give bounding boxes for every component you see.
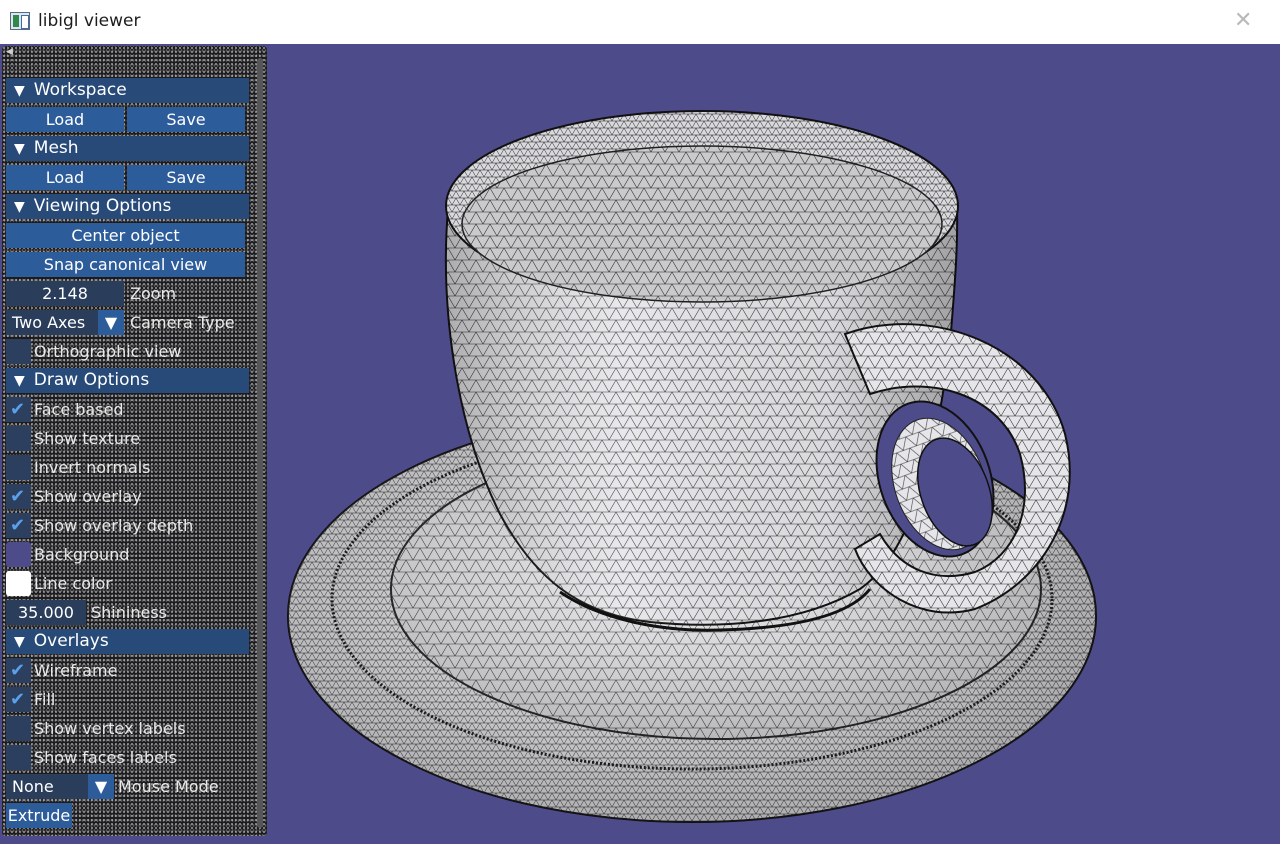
viewer-menu-panel: ◀ ▼ Workspace Load Save ▼ Mesh Load Save ▼… [2,46,267,836]
line-color-label: Line color [34,574,112,593]
camera-type-select[interactable]: Two Axes [6,310,98,335]
close-icon: ✕ [1234,8,1253,33]
zoom-label: Zoom [130,284,177,303]
chevron-down-icon: ▼ [14,634,25,650]
check-icon: ✔ [10,486,26,507]
center-object-button[interactable]: Center object [6,223,245,248]
orthographic-view-checkbox[interactable] [6,339,31,364]
panel-scrollbar[interactable] [257,58,263,828]
workspace-header[interactable]: ▼ Workspace [6,78,249,103]
show-vertex-labels-checkbox[interactable] [6,716,31,741]
show-overlay-depth-checkbox[interactable]: ✔ [6,513,31,538]
app-icon [10,12,30,30]
chevron-down-icon: ▼ [14,83,25,99]
show-faces-labels-checkbox[interactable] [6,745,31,770]
show-texture-checkbox[interactable] [6,426,31,451]
orthographic-view-label: Orthographic view [34,342,182,361]
chevron-down-icon[interactable]: ▼ [88,774,114,799]
zoom-input[interactable]: 2.148 [6,281,124,306]
mesh-load-button[interactable]: Load [6,165,124,190]
check-icon: ✔ [10,515,26,536]
line-color-swatch[interactable] [6,571,31,596]
chevron-down-icon: ▼ [14,141,25,157]
shininess-label: Shininess [91,603,167,622]
show-vertex-labels-label: Show vertex labels [34,719,186,738]
show-overlay-depth-label: Show overlay depth [34,516,194,535]
wireframe-checkbox[interactable]: ✔ [6,658,31,683]
overlays-header[interactable]: ▼ Overlays [6,629,249,654]
snap-canonical-view-button[interactable]: Snap canonical view [6,252,245,277]
fill-checkbox[interactable]: ✔ [6,687,31,712]
show-overlay-label: Show overlay [34,487,142,506]
wireframe-label: Wireframe [34,661,118,680]
face-based-label: Face based [34,400,124,419]
shininess-input[interactable]: 35.000 [6,600,86,625]
window-title: libigl viewer [38,11,141,31]
viewing-options-header[interactable]: ▼ Viewing Options [6,194,249,219]
camera-type-label: Camera Type [130,313,235,332]
chevron-down-icon[interactable]: ▼ [98,310,124,335]
check-icon: ✔ [10,660,26,681]
mesh-header[interactable]: ▼ Mesh [6,136,249,161]
show-faces-labels-label: Show faces labels [34,748,177,767]
mouse-mode-label: Mouse Mode [118,777,219,796]
chevron-down-icon: ▼ [14,199,25,215]
background-color-swatch[interactable] [6,542,31,567]
close-button[interactable]: ✕ [1208,0,1280,44]
show-overlay-checkbox[interactable]: ✔ [6,484,31,509]
workspace-load-button[interactable]: Load [6,107,124,132]
mouse-mode-select[interactable]: None [6,774,88,799]
window-titlebar: libigl viewer ✕ [0,0,1280,44]
panel-titlebar[interactable]: ◀ [2,46,264,60]
collapse-icon[interactable]: ◀ [6,47,13,57]
show-texture-label: Show texture [34,429,141,448]
mesh-save-button[interactable]: Save [127,165,245,190]
extrude-button[interactable]: Extrude [6,803,72,828]
check-icon: ✔ [10,689,26,710]
chevron-down-icon: ▼ [14,373,25,389]
invert-normals-checkbox[interactable] [6,455,31,480]
background-label: Background [34,545,130,564]
workspace-save-button[interactable]: Save [127,107,245,132]
fill-label: Fill [34,690,56,709]
check-icon: ✔ [10,399,26,420]
draw-options-header[interactable]: ▼ Draw Options [6,368,249,393]
face-based-checkbox[interactable]: ✔ [6,397,31,422]
invert-normals-label: Invert normals [34,458,151,477]
